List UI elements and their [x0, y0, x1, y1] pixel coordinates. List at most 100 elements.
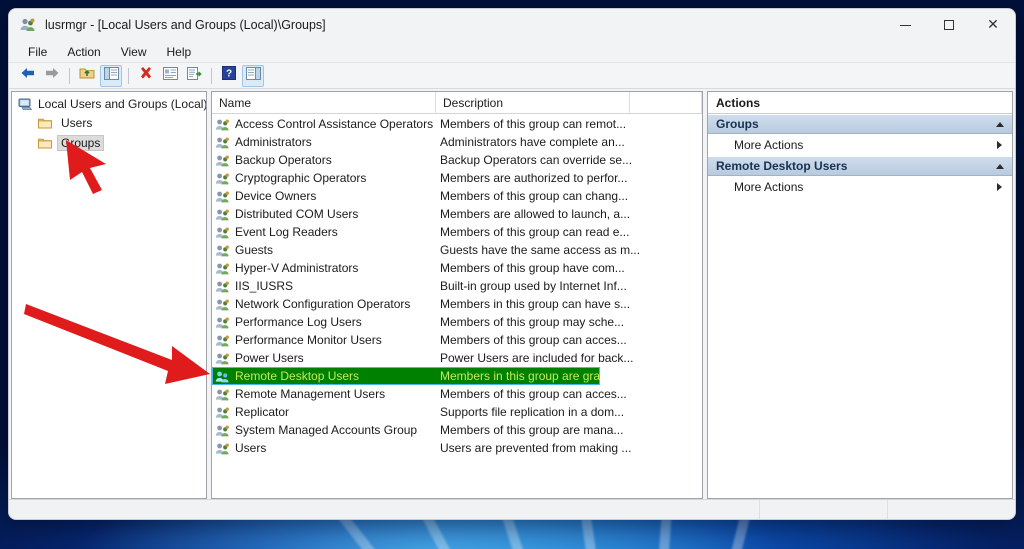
tree-node-groups[interactable]: Groups — [12, 133, 206, 153]
group-name-cell: Network Configuration Operators — [212, 297, 436, 311]
group-name-cell: System Managed Accounts Group — [212, 423, 436, 437]
table-row[interactable]: Remote Desktop UsersMembers in this grou… — [212, 367, 600, 385]
group-name-label: Replicator — [235, 405, 289, 419]
group-icon — [215, 172, 230, 185]
group-name-cell: Administrators — [212, 135, 436, 149]
actions-section-header-groups[interactable]: Groups — [708, 114, 1012, 134]
group-name-label: Event Log Readers — [235, 225, 338, 239]
export-list-button[interactable] — [183, 65, 205, 87]
menu-item-help[interactable]: Help — [158, 43, 201, 61]
group-description-cell: Members of this group have com... — [436, 261, 702, 275]
forward-button[interactable] — [41, 65, 63, 87]
window-controls: ✕ — [883, 9, 1015, 41]
menu-item-view[interactable]: View — [112, 43, 156, 61]
show-action-pane-icon — [246, 67, 261, 85]
column-header-description[interactable]: Description — [436, 92, 630, 114]
chevron-right-icon — [997, 141, 1002, 149]
actions-section-header-groups-label: Groups — [716, 117, 759, 131]
group-name-cell: Remote Management Users — [212, 387, 436, 401]
table-row[interactable]: Remote Management Users Members of this g… — [212, 385, 702, 403]
show-console-tree-button[interactable] — [100, 65, 122, 87]
menu-item-file[interactable]: File — [19, 43, 56, 61]
actions-section-header-remote-desktop-users[interactable]: Remote Desktop Users — [708, 156, 1012, 176]
group-name-label: Remote Management Users — [235, 387, 385, 401]
menu-item-action[interactable]: Action — [58, 43, 109, 61]
action-more-actions-remote-desktop-users[interactable]: More Actions — [708, 176, 1012, 198]
column-header-name[interactable]: Name — [212, 92, 436, 114]
group-icon — [215, 424, 230, 437]
group-icon — [215, 136, 230, 149]
group-description-cell: Members in this group are grante... — [436, 369, 600, 383]
group-name-cell: Performance Log Users — [212, 315, 436, 329]
table-row[interactable]: Power Users Power Users are included for … — [212, 349, 702, 367]
group-description-cell: Power Users are included for back... — [436, 351, 702, 365]
group-description-cell: Backup Operators can override se... — [436, 153, 702, 167]
group-name-cell: Power Users — [212, 351, 436, 365]
table-row[interactable]: UsersUsers are prevented from making ... — [212, 439, 702, 457]
tree-node-groups-label: Groups — [57, 135, 104, 151]
group-name-label: Cryptographic Operators — [235, 171, 366, 185]
tree-node-root[interactable]: Local Users and Groups (Local) — [12, 92, 206, 113]
action-more-actions-groups[interactable]: More Actions — [708, 134, 1012, 156]
maximize-button[interactable] — [927, 9, 971, 41]
tree-node-users[interactable]: Users — [12, 113, 206, 133]
table-row[interactable]: Hyper-V AdministratorsMembers of this gr… — [212, 259, 702, 277]
actions-pane-title: Actions — [708, 92, 1012, 114]
actions-pane-filler — [708, 198, 1012, 498]
group-description-cell: Members of this group can read e... — [436, 225, 702, 239]
group-icon — [215, 442, 230, 455]
table-row[interactable]: Access Control Assistance OperatorsMembe… — [212, 115, 702, 133]
table-row[interactable]: GuestsGuests have the same access as m..… — [212, 241, 702, 259]
chevron-up-icon — [996, 164, 1004, 169]
show-action-pane-button[interactable] — [242, 65, 264, 87]
help-icon: ? — [222, 66, 236, 85]
computer-icon — [18, 98, 33, 111]
table-row[interactable]: Network Configuration OperatorsMembers i… — [212, 295, 702, 313]
delete-button[interactable] — [135, 65, 157, 87]
table-row[interactable]: Performance Monitor UsersMembers of this… — [212, 331, 702, 349]
help-button[interactable]: ? — [218, 65, 240, 87]
content-area: Local Users and Groups (Local) Users — [9, 89, 1015, 499]
action-more-actions-remote-desktop-users-label: More Actions — [734, 180, 803, 194]
group-name-label: Power Users — [235, 351, 304, 365]
table-row[interactable]: ReplicatorSupports file replication in a… — [212, 403, 702, 421]
table-row[interactable]: IIS_IUSRSBuilt-in group used by Internet… — [212, 277, 702, 295]
table-row[interactable]: Device OwnersMembers of this group can c… — [212, 187, 702, 205]
up-folder-icon — [79, 66, 95, 85]
table-row[interactable]: Event Log Readers Members of this group c… — [212, 223, 702, 241]
svg-text:?: ? — [226, 69, 232, 80]
group-icon — [215, 352, 230, 365]
group-description-cell: Members in this group can have s... — [436, 297, 702, 311]
properties-icon — [163, 67, 178, 85]
status-bar-segment — [759, 500, 887, 519]
group-icon — [215, 118, 230, 131]
group-description-cell: Users are prevented from making ... — [436, 441, 702, 455]
table-row[interactable]: AdministratorsAdministrators have comple… — [212, 133, 702, 151]
group-name-cell: Cryptographic Operators — [212, 171, 436, 185]
group-icon — [215, 154, 230, 167]
list-column-header: Name Description — [212, 92, 702, 114]
group-name-cell: Device Owners — [212, 189, 436, 203]
up-one-level-button[interactable] — [76, 65, 98, 87]
table-row[interactable]: Backup OperatorsBackup Operators can ove… — [212, 151, 702, 169]
groups-list-pane: Name Description Access Control Assistan… — [211, 91, 703, 499]
delete-icon — [139, 66, 153, 85]
back-button[interactable] — [17, 65, 39, 87]
table-row[interactable]: Distributed COM UsersMembers are allowed… — [212, 205, 702, 223]
group-name-cell: Replicator — [212, 405, 436, 419]
group-description-cell: Members of this group are mana... — [436, 423, 702, 437]
properties-button[interactable] — [159, 65, 181, 87]
group-description-cell: Members of this group can acces... — [436, 387, 702, 401]
minimize-button[interactable] — [883, 9, 927, 41]
group-name-cell: Distributed COM Users — [212, 207, 436, 221]
minimize-icon — [900, 25, 911, 26]
close-button[interactable]: ✕ — [971, 9, 1015, 41]
table-row[interactable]: System Managed Accounts GroupMembers of … — [212, 421, 702, 439]
status-bar — [9, 499, 1015, 519]
group-icon — [215, 244, 230, 257]
group-name-label: Access Control Assistance Operators — [235, 117, 433, 131]
forward-icon — [44, 66, 60, 85]
group-name-label: Guests — [235, 243, 273, 257]
table-row[interactable]: Cryptographic OperatorsMembers are autho… — [212, 169, 702, 187]
table-row[interactable]: Performance Log UsersMembers of this gro… — [212, 313, 702, 331]
